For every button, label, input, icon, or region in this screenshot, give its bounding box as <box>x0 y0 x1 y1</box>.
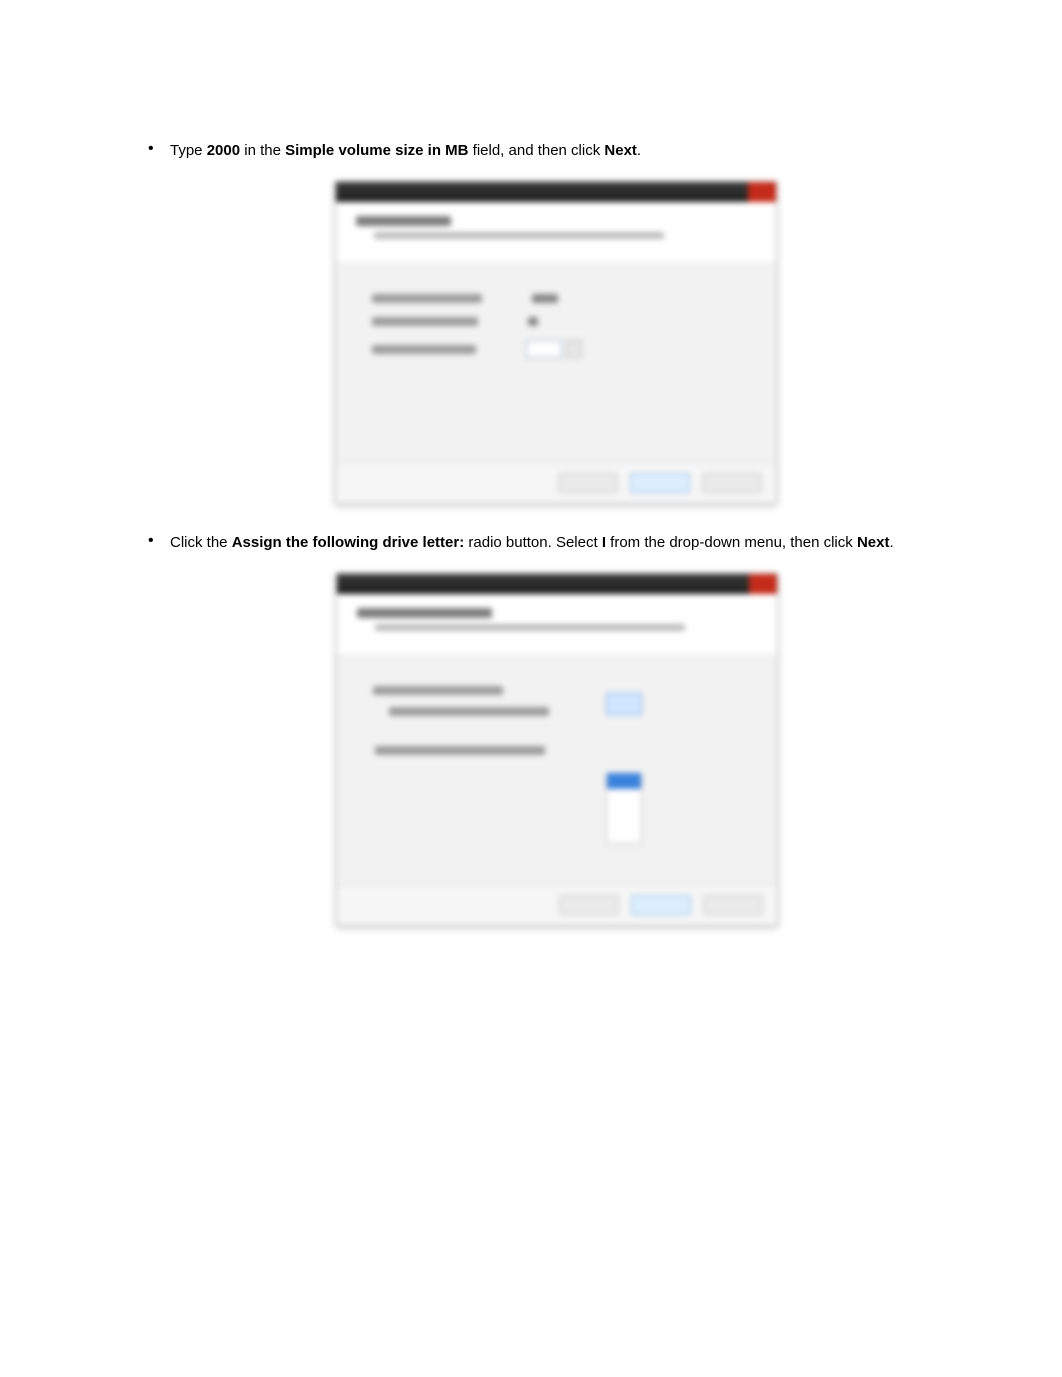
text: field, and then click <box>468 142 604 159</box>
figure-1: New Simple Volume Wizard Specify Volume … <box>170 181 942 504</box>
document-page: Type 2000 in the Simple volume size in M… <box>0 0 1062 926</box>
dropdown-selected[interactable]: I <box>606 693 642 715</box>
instruction-step-1: Type 2000 in the Simple volume size in M… <box>120 140 942 504</box>
bold: Simple volume size in MB <box>285 142 468 159</box>
dialog-drive-letter: New Simple Volume Wizard Assign Drive Le… <box>336 573 778 926</box>
bold: Next <box>604 142 637 159</box>
dialog-body: Maximum disk space in MB: 2045 Minimum d… <box>336 264 776 462</box>
text: . <box>889 534 893 551</box>
row-label: Simple volume size in MB: <box>372 345 476 354</box>
radio-option[interactable]: Do not assign a drive letter or drive pa… <box>375 746 545 755</box>
instruction-list: Type 2000 in the Simple volume size in M… <box>120 140 942 926</box>
dialog-heading: Assign Drive Letter or Path <box>357 608 492 618</box>
instruction-step-2: Click the Assign the following drive let… <box>120 532 942 926</box>
text: Click the <box>170 534 232 551</box>
text: in the <box>240 142 285 159</box>
row-value: 2045 <box>532 294 558 303</box>
bold: 2000 <box>207 142 240 159</box>
dialog-body: Assign the following drive letter: Mount… <box>337 656 777 884</box>
volume-size-input[interactable]: 2000 <box>526 340 562 358</box>
text: . <box>637 142 641 159</box>
back-button[interactable]: < Back <box>559 895 619 915</box>
dialog-footer: < Back Next > Cancel <box>336 462 776 503</box>
dialog-footer: < Back Next > Cancel <box>337 884 777 925</box>
radio-option[interactable]: Mount in the following empty NTFS folder… <box>389 707 549 716</box>
drive-letter-dropdown[interactable]: I <box>606 693 642 844</box>
step-1-text: Type 2000 in the Simple volume size in M… <box>170 142 641 159</box>
dialog-header: Assign Drive Letter or Path For easier a… <box>337 594 777 656</box>
dialog-subheading: For easier access, you can assign a driv… <box>375 624 685 631</box>
next-button[interactable]: Next > <box>631 895 691 915</box>
text: from the drop-down menu, then click <box>606 534 857 551</box>
dropdown-list[interactable] <box>606 773 642 844</box>
bold: Next <box>857 534 890 551</box>
bold: Assign the following drive letter: <box>232 534 465 551</box>
close-icon[interactable] <box>748 182 776 202</box>
dialog-header: Specify Volume Size Choose a volume size… <box>336 202 776 264</box>
dialog-titlebar: New Simple Volume Wizard <box>336 182 776 202</box>
close-icon[interactable] <box>749 574 777 594</box>
text: Type <box>170 142 207 159</box>
spinner-icon[interactable] <box>566 340 582 358</box>
dialog-titlebar: New Simple Volume Wizard <box>337 574 777 594</box>
dialog-heading: Specify Volume Size <box>356 216 451 226</box>
row-label: Maximum disk space in MB: <box>372 294 482 303</box>
text: radio button. Select <box>464 534 602 551</box>
cancel-button[interactable]: Cancel <box>702 473 762 493</box>
radio-option[interactable]: Assign the following drive letter: <box>373 686 503 695</box>
dialog-subheading: Choose a volume size that is between the… <box>374 232 664 239</box>
next-button[interactable]: Next > <box>630 473 690 493</box>
cancel-button[interactable]: Cancel <box>703 895 763 915</box>
dialog-volume-size: New Simple Volume Wizard Specify Volume … <box>335 181 777 504</box>
step-2-text: Click the Assign the following drive let… <box>170 534 894 551</box>
figure-2: New Simple Volume Wizard Assign Drive Le… <box>170 573 942 926</box>
back-button[interactable]: < Back <box>558 473 618 493</box>
row-value: 8 <box>528 317 538 326</box>
dropdown-highlight[interactable] <box>607 773 641 789</box>
row-label: Minimum disk space in MB: <box>372 317 478 326</box>
